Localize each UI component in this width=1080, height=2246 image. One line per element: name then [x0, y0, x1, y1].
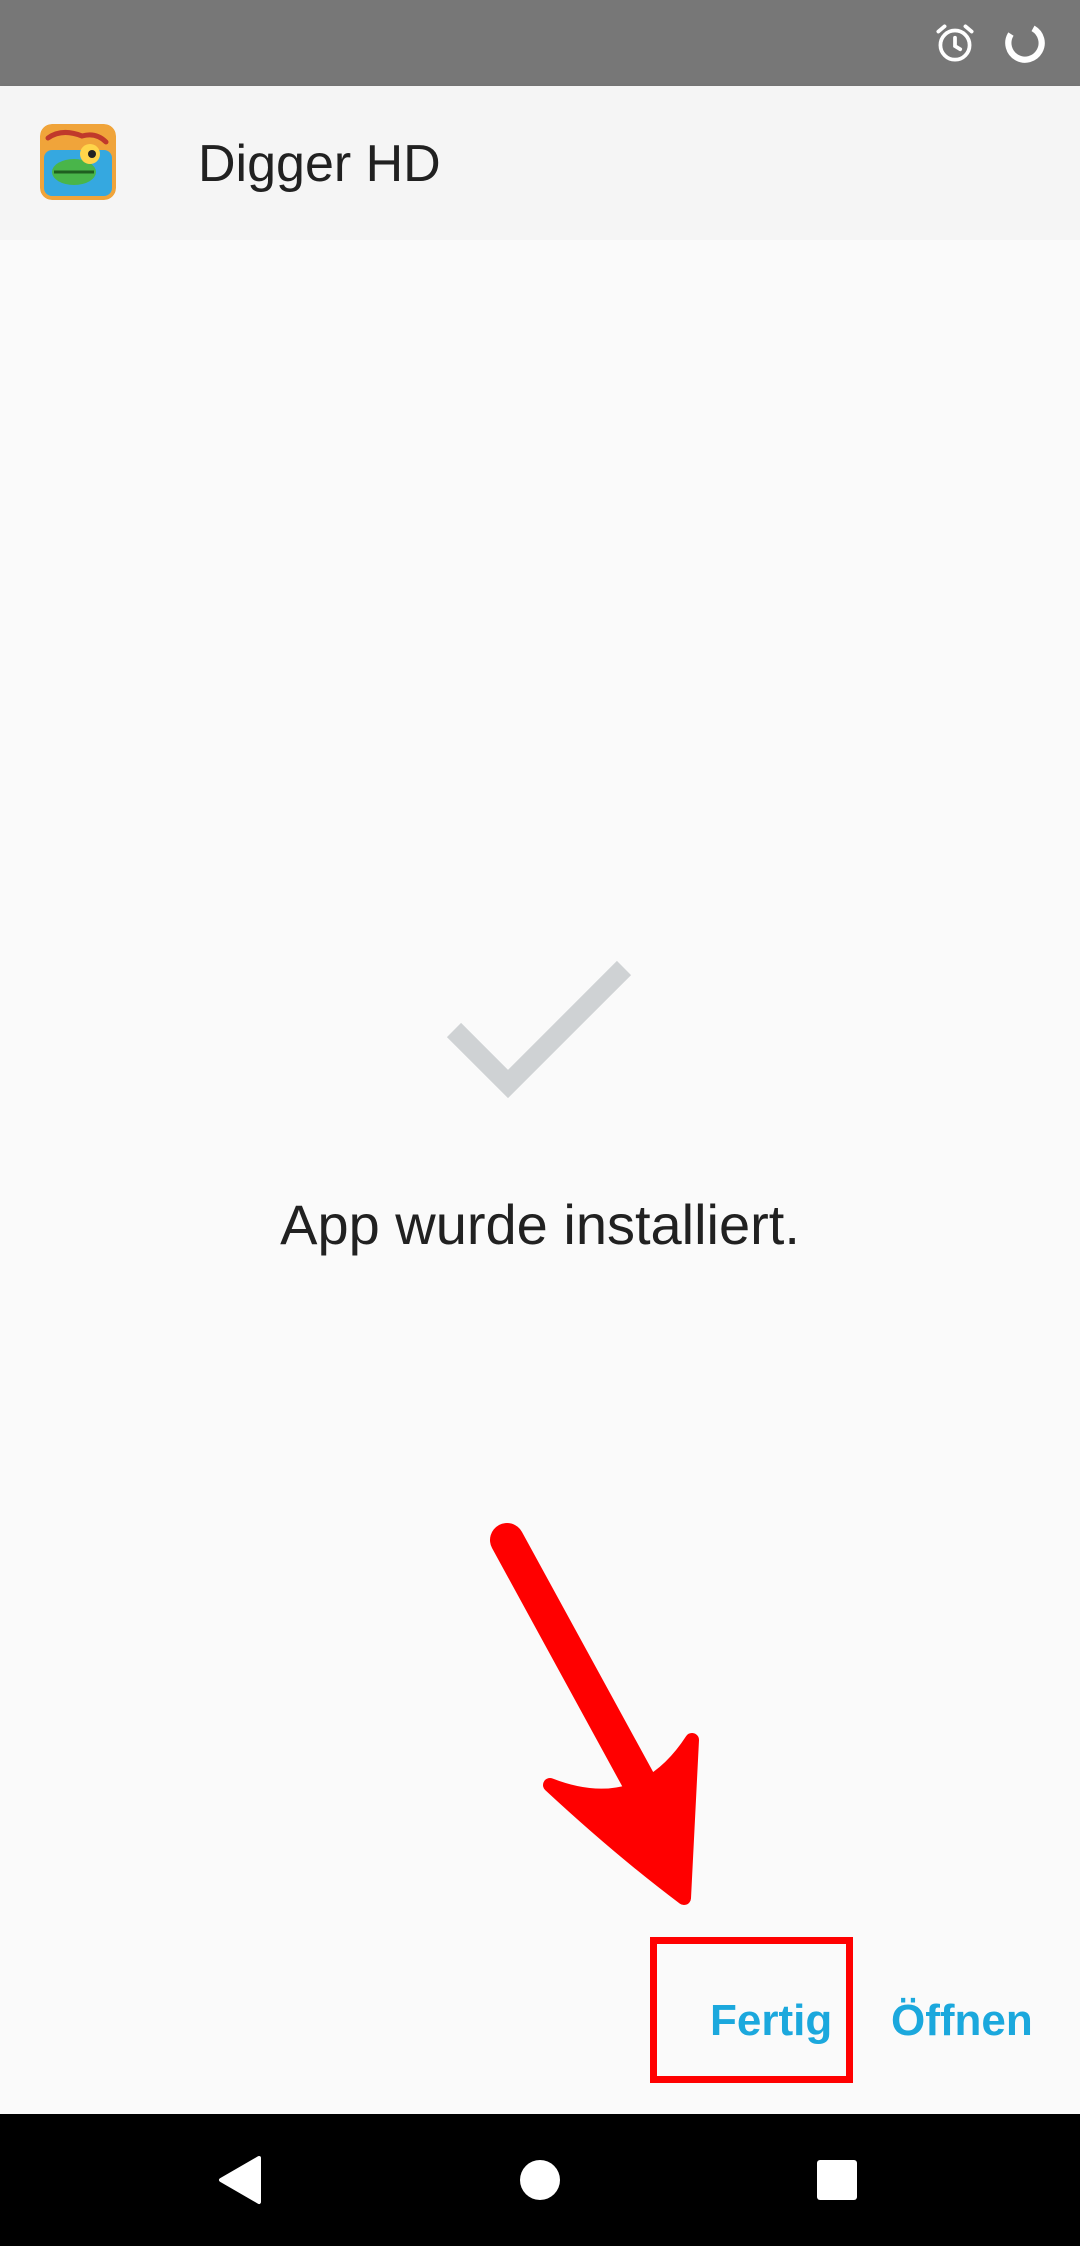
checkmark-icon — [446, 960, 632, 1099]
install-success-message: App wurde installiert. — [280, 1193, 800, 1256]
highlight-box-annotation — [650, 1937, 853, 2083]
loading-spinner-icon — [1005, 23, 1045, 63]
app-title: Digger HD — [198, 135, 441, 193]
digger-hd-app-icon — [40, 124, 116, 200]
alarm-icon — [936, 24, 974, 62]
home-icon[interactable] — [518, 2158, 562, 2202]
back-icon[interactable] — [215, 2154, 265, 2206]
open-button[interactable]: Öffnen — [891, 1990, 1033, 2052]
recents-icon[interactable] — [815, 2158, 859, 2202]
navigation-bar — [0, 2114, 1080, 2246]
app-bar: Digger HD — [0, 86, 1080, 240]
red-arrow-annotation — [490, 1523, 699, 1905]
status-bar — [0, 0, 1080, 86]
